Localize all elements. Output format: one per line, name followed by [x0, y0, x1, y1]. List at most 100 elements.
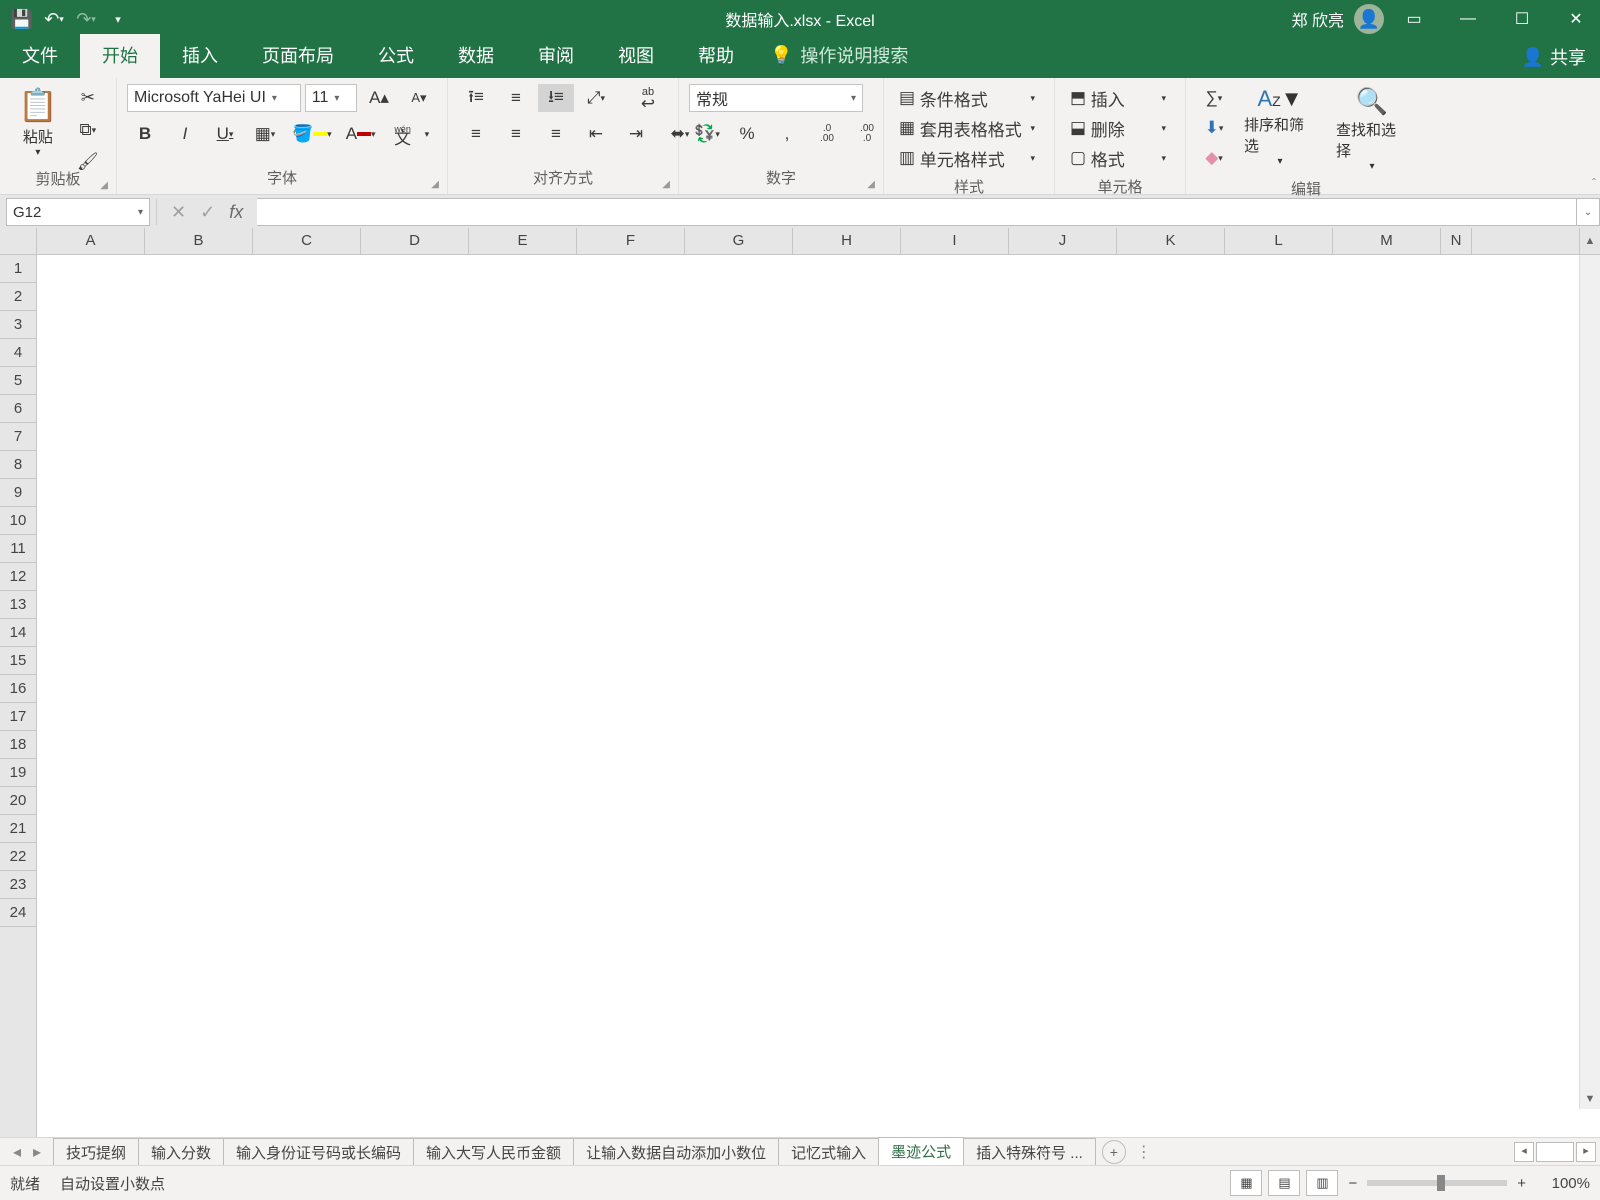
- zoom-out-button[interactable]: −: [1348, 1175, 1357, 1192]
- column-header[interactable]: A: [37, 228, 145, 254]
- orientation-button[interactable]: ⤢▾: [578, 84, 614, 112]
- sheet-tab-nav[interactable]: ◂▸: [0, 1142, 54, 1162]
- font-dialog-launcher[interactable]: ◢: [431, 179, 439, 190]
- normal-view-button[interactable]: ▦: [1230, 1170, 1262, 1196]
- font-name-combo[interactable]: Microsoft YaHei UI▾: [127, 84, 301, 112]
- comma-format-button[interactable]: ,: [769, 120, 805, 148]
- ribbon-display-options-button[interactable]: ▭: [1390, 0, 1438, 38]
- qat-customize-button[interactable]: ▾: [104, 5, 132, 33]
- sheet-tab-8[interactable]: 插入特殊符号 ...: [963, 1138, 1096, 1166]
- column-header[interactable]: H: [793, 228, 901, 254]
- row-header[interactable]: 8: [0, 451, 36, 479]
- cell-styles-button[interactable]: ▥ 单元格样式▾: [894, 144, 1040, 172]
- accounting-format-button[interactable]: 💱▾: [689, 120, 725, 148]
- cancel-formula-button[interactable]: ✕: [171, 202, 186, 223]
- column-header[interactable]: M: [1333, 228, 1441, 254]
- delete-cells-button[interactable]: ⬓ 删除▾: [1065, 114, 1171, 142]
- fill-button[interactable]: ⬇▾: [1196, 114, 1232, 142]
- sort-filter-button[interactable]: AZ▼ 排序和筛选 ▾: [1236, 84, 1324, 169]
- cut-button[interactable]: ✂: [70, 84, 106, 112]
- row-header[interactable]: 24: [0, 899, 36, 927]
- row-header[interactable]: 7: [0, 423, 36, 451]
- tab-data[interactable]: 数据: [436, 34, 516, 78]
- decrease-font-button[interactable]: A▾: [401, 84, 437, 112]
- clear-button[interactable]: ◆▾: [1196, 144, 1232, 172]
- tab-nav-prev-icon[interactable]: ◂: [8, 1142, 26, 1162]
- phonetic-guide-button[interactable]: wén文: [385, 120, 421, 148]
- number-dialog-launcher[interactable]: ◢: [867, 179, 875, 190]
- vertical-scrollbar[interactable]: ▼: [1579, 255, 1600, 1109]
- tab-help[interactable]: 帮助: [676, 34, 756, 78]
- page-break-view-button[interactable]: ▥: [1306, 1170, 1338, 1196]
- row-header[interactable]: 20: [0, 787, 36, 815]
- insert-cells-button[interactable]: ⬒ 插入▾: [1065, 84, 1171, 112]
- column-header[interactable]: L: [1225, 228, 1333, 254]
- align-middle-button[interactable]: ≡: [498, 84, 534, 112]
- row-header[interactable]: 10: [0, 507, 36, 535]
- row-header[interactable]: 9: [0, 479, 36, 507]
- row-header[interactable]: 22: [0, 843, 36, 871]
- row-header[interactable]: 12: [0, 563, 36, 591]
- autosum-button[interactable]: ∑▾: [1196, 84, 1232, 112]
- collapse-ribbon-button[interactable]: ˆ: [1592, 176, 1596, 190]
- tab-file[interactable]: 文件: [0, 34, 80, 78]
- row-header[interactable]: 14: [0, 619, 36, 647]
- user-avatar-icon[interactable]: 👤: [1354, 4, 1384, 34]
- select-all-button[interactable]: [0, 228, 37, 254]
- undo-button[interactable]: ↶▾: [40, 5, 68, 33]
- sheet-tab-7[interactable]: 墨迹公式: [878, 1137, 964, 1167]
- format-as-table-button[interactable]: ▦ 套用表格格式▾: [894, 114, 1040, 142]
- sheet-tab-3[interactable]: 输入身份证号码或长编码: [223, 1138, 414, 1166]
- decrease-indent-button[interactable]: ⇤: [578, 120, 614, 148]
- zoom-in-button[interactable]: +: [1517, 1175, 1526, 1192]
- cells-grid[interactable]: [37, 255, 1600, 1137]
- italic-button[interactable]: I: [167, 120, 203, 148]
- underline-button[interactable]: U▾: [207, 120, 243, 148]
- column-header[interactable]: J: [1009, 228, 1117, 254]
- decrease-decimal-button[interactable]: .00.0: [849, 120, 885, 148]
- horizontal-scrollbar[interactable]: ◂ ▸: [1514, 1142, 1600, 1162]
- row-header[interactable]: 13: [0, 591, 36, 619]
- column-header[interactable]: C: [253, 228, 361, 254]
- row-header[interactable]: 5: [0, 367, 36, 395]
- minimize-button[interactable]: —: [1444, 0, 1492, 38]
- fill-color-button[interactable]: 🪣▾: [287, 120, 337, 148]
- column-header[interactable]: F: [577, 228, 685, 254]
- find-select-button[interactable]: 🔍 查找和选择 ▾: [1328, 84, 1416, 174]
- wrap-text-button[interactable]: ab↩: [630, 84, 666, 112]
- increase-font-button[interactable]: A▴: [361, 84, 397, 112]
- save-button[interactable]: 💾: [8, 5, 36, 33]
- close-button[interactable]: ✕: [1552, 0, 1600, 38]
- row-header[interactable]: 4: [0, 339, 36, 367]
- redo-button[interactable]: ↷▾: [72, 5, 100, 33]
- page-layout-view-button[interactable]: ▤: [1268, 1170, 1300, 1196]
- row-header[interactable]: 3: [0, 311, 36, 339]
- align-top-button[interactable]: ⭱≡: [458, 84, 494, 112]
- row-header[interactable]: 18: [0, 731, 36, 759]
- column-header[interactable]: B: [145, 228, 253, 254]
- align-right-button[interactable]: ≡: [538, 120, 574, 148]
- row-header[interactable]: 23: [0, 871, 36, 899]
- clipboard-dialog-launcher[interactable]: ◢: [100, 180, 108, 191]
- scroll-left-button[interactable]: ◂: [1514, 1142, 1534, 1162]
- sheet-tab-1[interactable]: 技巧提纲: [53, 1138, 139, 1166]
- bold-button[interactable]: B: [127, 120, 163, 148]
- percent-format-button[interactable]: %: [729, 120, 765, 148]
- column-header[interactable]: I: [901, 228, 1009, 254]
- align-left-button[interactable]: ≡: [458, 120, 494, 148]
- row-header[interactable]: 15: [0, 647, 36, 675]
- sheet-tab-5[interactable]: 让输入数据自动添加小数位: [573, 1138, 779, 1166]
- sheet-tab-4[interactable]: 输入大写人民币金额: [413, 1138, 574, 1166]
- row-header[interactable]: 16: [0, 675, 36, 703]
- tab-review[interactable]: 审阅: [516, 34, 596, 78]
- increase-decimal-button[interactable]: .0.00: [809, 120, 845, 148]
- font-size-combo[interactable]: 11▾: [305, 84, 357, 112]
- tab-home[interactable]: 开始: [80, 34, 160, 78]
- name-box[interactable]: G12▾: [6, 198, 150, 226]
- share-button[interactable]: 👤 共享: [1522, 44, 1586, 70]
- insert-function-button[interactable]: fx: [229, 202, 243, 223]
- borders-button[interactable]: ▦▾: [247, 120, 283, 148]
- zoom-thumb[interactable]: [1437, 1175, 1445, 1191]
- tab-formulas[interactable]: 公式: [356, 34, 436, 78]
- increase-indent-button[interactable]: ⇥: [618, 120, 654, 148]
